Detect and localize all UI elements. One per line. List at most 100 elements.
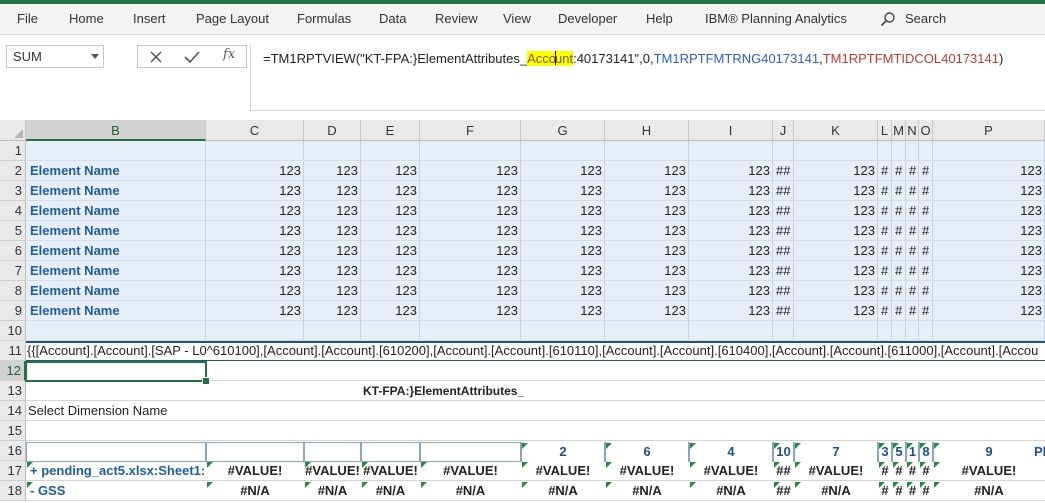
search-label[interactable]: Search xyxy=(905,11,946,26)
element-name-cell[interactable]: Element Name xyxy=(28,301,204,321)
value-cell[interactable]: # xyxy=(879,281,892,301)
value-cell[interactable]: 123 xyxy=(933,221,1045,241)
row-header-18[interactable]: 18 xyxy=(0,481,26,501)
error-value-cell[interactable]: #VALUE! xyxy=(933,461,1045,481)
error-value-cell[interactable]: #VALUE! xyxy=(304,461,361,481)
error-value-cell[interactable]: #N/A xyxy=(521,481,605,501)
column-header-f[interactable]: F xyxy=(420,120,521,141)
value-cell[interactable]: 123 xyxy=(521,281,605,301)
tab-data[interactable]: Data xyxy=(379,11,406,26)
row-header-3[interactable]: 3 xyxy=(0,181,26,201)
value-cell[interactable]: 123 xyxy=(933,181,1045,201)
tab-view[interactable]: View xyxy=(503,11,531,26)
chevron-down-icon[interactable] xyxy=(91,54,99,59)
value-cell[interactable]: # xyxy=(879,201,892,221)
error-value-cell[interactable]: #N/A xyxy=(933,481,1045,501)
value-cell[interactable]: 123 xyxy=(933,301,1045,321)
value-cell[interactable]: # xyxy=(920,301,933,321)
column-header-b[interactable]: B xyxy=(26,120,206,141)
row-header-12[interactable]: 12 xyxy=(0,361,26,381)
value-cell[interactable]: # xyxy=(893,201,906,221)
tab-developer[interactable]: Developer xyxy=(558,11,617,26)
value-cell[interactable]: ## xyxy=(774,301,794,321)
fill-handle[interactable] xyxy=(202,377,210,385)
value-cell[interactable]: 123 xyxy=(206,181,304,201)
error-value-cell[interactable]: #N/A xyxy=(605,481,689,501)
element-name-cell[interactable]: Element Name xyxy=(28,181,204,201)
value-cell[interactable]: 123 xyxy=(420,221,521,241)
value-cell[interactable]: ## xyxy=(774,261,794,281)
tab-ibm-planning-analytics[interactable]: IBM® Planning Analytics xyxy=(705,11,847,26)
value-cell[interactable]: 123 xyxy=(206,281,304,301)
column-header-c[interactable]: C xyxy=(206,120,304,141)
row-header-15[interactable]: 15 xyxy=(0,421,26,441)
value-cell[interactable]: # xyxy=(893,161,906,181)
tab-formulas[interactable]: Formulas xyxy=(297,11,351,26)
column-header-d[interactable]: D xyxy=(304,120,361,141)
error-value-cell[interactable]: #N/A xyxy=(206,481,304,501)
column-header-k[interactable]: K xyxy=(794,120,878,141)
tab-file[interactable]: File xyxy=(17,11,38,26)
value-cell[interactable]: # xyxy=(907,161,919,181)
value-cell[interactable]: # xyxy=(893,301,906,321)
value-cell[interactable]: 123 xyxy=(689,201,773,221)
value-cell[interactable]: 123 xyxy=(794,261,878,281)
row-header-10[interactable]: 10 xyxy=(0,321,26,341)
value-cell[interactable]: 123 xyxy=(304,181,361,201)
value-cell[interactable]: 123 xyxy=(605,221,689,241)
row-header-16[interactable]: 16 xyxy=(0,441,26,461)
value-cell[interactable]: 123 xyxy=(794,181,878,201)
value-cell[interactable]: # xyxy=(920,201,933,221)
value-cell[interactable]: 123 xyxy=(794,221,878,241)
formula-input[interactable]: =TM1RPTVIEW("KT-FPA:}ElementAttributes_A… xyxy=(250,45,1045,111)
row-header-4[interactable]: 4 xyxy=(0,201,26,221)
value-cell[interactable]: 123 xyxy=(521,261,605,281)
element-index-cell[interactable]: 4 xyxy=(690,442,772,462)
value-cell[interactable]: 123 xyxy=(206,241,304,261)
value-cell[interactable]: # xyxy=(907,281,919,301)
value-cell[interactable]: 123 xyxy=(933,241,1045,261)
value-cell[interactable]: 123 xyxy=(933,281,1045,301)
value-cell[interactable]: ## xyxy=(774,221,794,241)
value-cell[interactable]: 123 xyxy=(361,301,420,321)
row-header-7[interactable]: 7 xyxy=(0,261,26,281)
value-cell[interactable]: 123 xyxy=(420,301,521,321)
value-cell[interactable]: 123 xyxy=(361,261,420,281)
name-box[interactable]: SUM xyxy=(6,45,104,68)
element-name-cell[interactable]: Element Name xyxy=(28,261,204,281)
value-cell[interactable]: 123 xyxy=(794,241,878,261)
value-cell[interactable]: ## xyxy=(774,161,794,181)
element-name-cell[interactable]: Element Name xyxy=(28,281,204,301)
value-cell[interactable]: 123 xyxy=(689,281,773,301)
value-cell[interactable]: 123 xyxy=(420,161,521,181)
tab-review[interactable]: Review xyxy=(435,11,478,26)
value-cell[interactable]: 123 xyxy=(605,301,689,321)
error-value-cell[interactable]: #VALUE! xyxy=(605,461,689,481)
value-cell[interactable]: # xyxy=(907,201,919,221)
value-cell[interactable]: 123 xyxy=(689,161,773,181)
value-cell[interactable]: 123 xyxy=(521,181,605,201)
value-cell[interactable]: # xyxy=(893,181,906,201)
value-cell[interactable]: 123 xyxy=(206,301,304,321)
value-cell[interactable]: 123 xyxy=(689,241,773,261)
value-cell[interactable]: 123 xyxy=(933,261,1045,281)
value-cell[interactable]: 123 xyxy=(361,201,420,221)
mdx-expression-cell[interactable]: {{[Account].[Account].[SAP - L0^610100],… xyxy=(27,341,1045,361)
column-header-n[interactable]: N xyxy=(906,120,919,141)
value-cell[interactable]: 123 xyxy=(794,281,878,301)
column-header-g[interactable]: G xyxy=(521,120,605,141)
element-name-cell[interactable]: Element Name xyxy=(28,161,204,181)
value-cell[interactable]: # xyxy=(907,241,919,261)
value-cell[interactable]: 123 xyxy=(206,201,304,221)
select-all-button[interactable] xyxy=(0,120,26,141)
error-value-cell[interactable]: #N/A xyxy=(689,481,773,501)
value-cell[interactable]: 123 xyxy=(361,281,420,301)
value-cell[interactable]: 123 xyxy=(420,261,521,281)
value-cell[interactable]: # xyxy=(879,301,892,321)
error-value-cell[interactable]: #N/A xyxy=(420,481,521,501)
value-cell[interactable]: 123 xyxy=(304,281,361,301)
row-label-cell[interactable]: - GSS xyxy=(28,481,204,501)
element-index-cell[interactable]: 9 xyxy=(934,442,1044,462)
error-value-cell[interactable]: #N/A xyxy=(794,481,878,501)
value-cell[interactable]: 123 xyxy=(794,301,878,321)
